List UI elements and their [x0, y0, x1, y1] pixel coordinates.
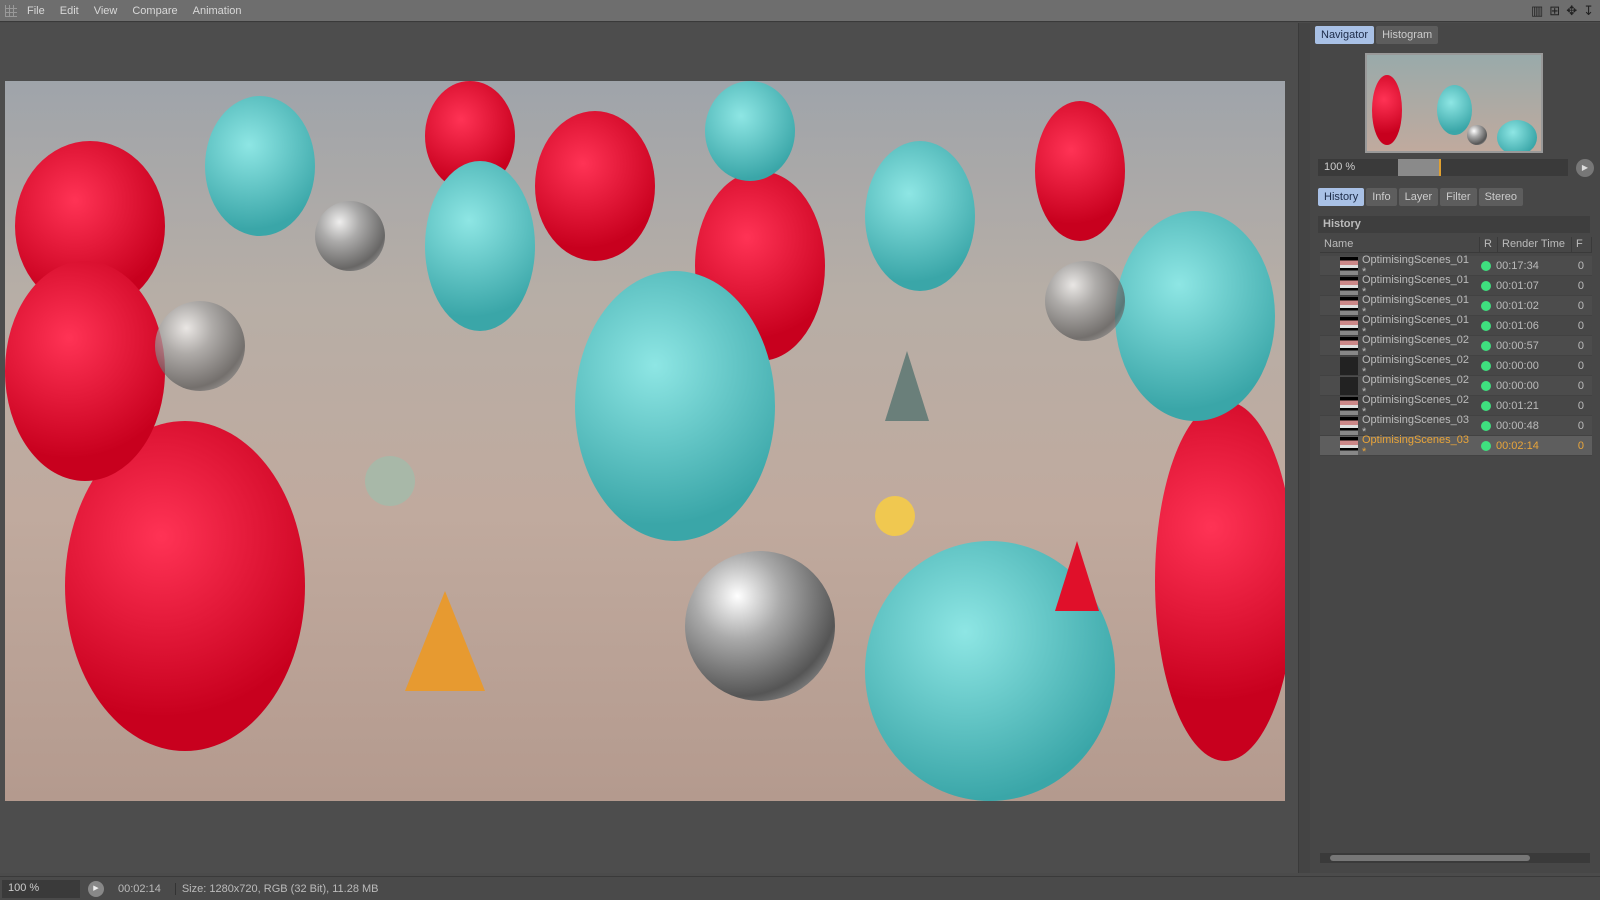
move-icon[interactable]: ✥	[1566, 3, 1577, 19]
tab-navigator[interactable]: Navigator	[1315, 26, 1375, 44]
history-frame: 0	[1577, 359, 1584, 372]
col-f[interactable]: F	[1572, 237, 1592, 252]
tab-history[interactable]: History	[1318, 188, 1365, 206]
status-render-time: 00:02:14	[118, 882, 161, 895]
history-scrollbar[interactable]	[1320, 853, 1590, 863]
status-ok-icon	[1481, 260, 1491, 271]
status-ok-icon	[1481, 420, 1491, 431]
history-frame: 0	[1577, 319, 1584, 332]
history-render-time: 00:01:02	[1496, 299, 1539, 312]
history-thumbnail	[1340, 336, 1358, 355]
layout-icon[interactable]: ▥	[1531, 3, 1543, 19]
menu-view[interactable]: View	[94, 5, 118, 17]
add-panel-icon[interactable]: ⊞	[1549, 3, 1560, 19]
history-thumbnail	[1340, 416, 1358, 435]
tab-stereo[interactable]: Stereo	[1478, 188, 1523, 206]
status-ok-icon	[1481, 280, 1491, 291]
history-thumbnail	[1340, 276, 1358, 295]
history-thumbnail	[1340, 256, 1358, 275]
history-render-time: 00:01:06	[1496, 319, 1539, 332]
menu-compare[interactable]: Compare	[132, 5, 177, 17]
tab-filter[interactable]: Filter	[1440, 188, 1477, 206]
slider-fill	[1398, 159, 1441, 176]
history-render-time: 00:01:07	[1496, 279, 1539, 292]
status-ok-icon	[1481, 360, 1491, 371]
history-frame: 0	[1577, 299, 1584, 312]
history-frame: 0	[1577, 339, 1584, 352]
tab-layer[interactable]: Layer	[1398, 188, 1439, 206]
menu-animation[interactable]: Animation	[193, 5, 242, 17]
status-zoom-field[interactable]: 100 %	[2, 879, 80, 898]
history-render-time: 00:00:48	[1496, 419, 1539, 432]
history-row[interactable]: OptimisingScenes_03 * 00:02:14 0	[1320, 433, 1592, 458]
history-frame: 0	[1577, 439, 1584, 452]
menu-file[interactable]: File	[27, 5, 45, 17]
history-render-time: 00:00:57	[1496, 339, 1539, 352]
tab-info[interactable]: Info	[1366, 188, 1397, 206]
history-render-time: 00:00:00	[1496, 379, 1539, 392]
col-r[interactable]: R	[1480, 237, 1498, 252]
history-frame: 0	[1577, 399, 1584, 412]
status-image-size: Size: 1280x720, RGB (32 Bit), 11.28 MB	[174, 882, 379, 895]
status-play-button[interactable]: ▶	[88, 880, 104, 897]
play-button[interactable]: ▶	[1576, 159, 1594, 177]
tab-histogram[interactable]: Histogram	[1376, 26, 1439, 44]
history-render-time: 00:02:14	[1496, 439, 1539, 452]
history-thumbnail	[1340, 356, 1358, 375]
scrollbar-thumb[interactable]	[1330, 855, 1530, 861]
panel-splitter[interactable]	[1298, 23, 1310, 873]
col-name[interactable]: Name	[1320, 237, 1480, 252]
arrow-down-icon[interactable]: ↧	[1583, 3, 1594, 19]
history-frame: 0	[1577, 259, 1584, 272]
history-frame: 0	[1577, 279, 1584, 292]
side-panel: Navigator Histogram 100 % ▶ History Info…	[1310, 23, 1600, 873]
history-header: Name R Render Time F	[1320, 237, 1592, 253]
menu-bar: File Edit View Compare Animation ▥ ⊞ ✥ ↧	[0, 0, 1600, 22]
navigator-zoom-field[interactable]: 100 %	[1318, 159, 1398, 176]
history-render-time: 00:00:00	[1496, 359, 1539, 372]
history-thumbnail	[1340, 296, 1358, 315]
status-ok-icon	[1481, 400, 1491, 411]
history-frame: 0	[1577, 419, 1584, 432]
history-thumbnail	[1340, 316, 1358, 335]
history-thumbnail	[1340, 376, 1358, 395]
navigator-zoom-slider[interactable]	[1398, 159, 1568, 176]
grid-icon[interactable]	[5, 4, 17, 17]
history-thumbnail	[1340, 436, 1358, 455]
rendered-image[interactable]	[5, 81, 1285, 801]
history-title: History	[1318, 216, 1590, 233]
status-ok-icon	[1481, 340, 1491, 351]
history-render-time: 00:17:34	[1496, 259, 1539, 272]
status-ok-icon	[1481, 300, 1491, 311]
menu-edit[interactable]: Edit	[60, 5, 79, 17]
history-render-time: 00:01:21	[1496, 399, 1539, 412]
image-viewport[interactable]	[0, 23, 1298, 873]
status-bar: 100 % ▶ 00:02:14 Size: 1280x720, RGB (32…	[0, 876, 1600, 900]
status-ok-icon	[1481, 320, 1491, 331]
status-ok-icon	[1481, 440, 1491, 451]
col-render-time[interactable]: Render Time	[1498, 237, 1572, 252]
history-list: OptimisingScenes_01 * 00:17:34 0 Optimis…	[1320, 254, 1592, 458]
navigator-thumbnail[interactable]	[1365, 53, 1543, 153]
history-thumbnail	[1340, 396, 1358, 415]
history-name: OptimisingScenes_03 *	[1362, 433, 1470, 458]
status-ok-icon	[1481, 380, 1491, 391]
history-frame: 0	[1577, 379, 1584, 392]
